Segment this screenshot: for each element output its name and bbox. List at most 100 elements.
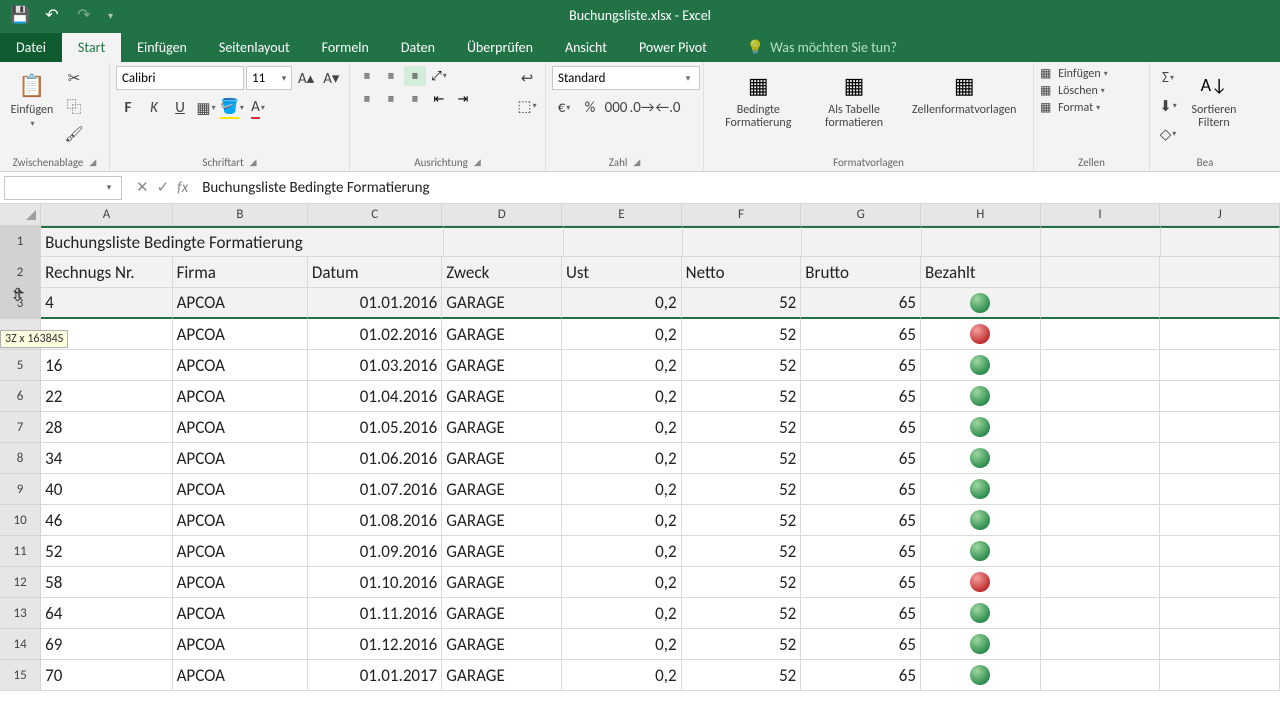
cell[interactable] [1041,350,1161,381]
redo-icon[interactable]: ↷ [72,3,96,27]
cell[interactable] [1041,226,1160,257]
decrease-indent-icon[interactable]: ⇤ [428,89,450,109]
tab-powerpivot[interactable]: Power Pivot [623,33,723,62]
cell[interactable]: APCOA [173,536,308,567]
cell[interactable]: 65 [801,567,921,598]
align-top-icon[interactable]: ≡ [356,66,378,86]
cell[interactable]: 0,2 [562,598,682,629]
spreadsheet-grid[interactable]: A B C D E F G H I J 1Buchungsliste Bedin… [0,204,1280,691]
cell[interactable]: 0,2 [562,412,682,443]
percent-icon[interactable]: % [578,96,602,120]
wrap-text-icon[interactable]: ↩ [515,66,539,90]
decrease-decimal-icon[interactable]: ←.0 [656,96,680,120]
save-icon[interactable]: 💾 [8,3,32,27]
cell[interactable] [1041,288,1161,319]
tab-insert[interactable]: Einfügen [121,33,203,62]
row-header[interactable]: 2 [0,257,41,288]
accounting-format-icon[interactable]: €▾ [552,96,576,120]
dialog-launcher-icon[interactable]: ◢ [474,157,481,168]
cell[interactable]: 0,2 [562,536,682,567]
cell[interactable]: 65 [801,660,921,691]
column-header[interactable]: B [173,204,308,226]
cell[interactable]: Rechnugs Nr. [41,257,172,288]
cell[interactable]: 65 [801,505,921,536]
cell[interactable] [1160,567,1280,598]
italic-button[interactable]: K [142,96,166,120]
cell[interactable]: APCOA [173,288,308,319]
row-header[interactable]: 6 [0,381,41,412]
increase-indent-icon[interactable]: ⇥ [452,89,474,109]
cell[interactable]: 52 [682,598,802,629]
cell[interactable]: APCOA [173,319,308,350]
cell[interactable]: GARAGE [442,381,562,412]
cell[interactable] [1041,443,1161,474]
cell[interactable]: Brutto [801,257,921,288]
cell[interactable]: GARAGE [442,629,562,660]
cell[interactable] [1041,474,1161,505]
undo-icon[interactable]: ↶ [40,3,64,27]
cell[interactable]: 4 [41,288,172,319]
dialog-launcher-icon[interactable]: ◢ [633,157,640,168]
font-size-combo[interactable]: ▾ [246,66,292,90]
cell[interactable]: 52 [682,412,802,443]
cell[interactable] [921,412,1041,443]
cell[interactable] [1041,257,1161,288]
cell[interactable]: Firma [173,257,308,288]
cell[interactable]: 52 [682,505,802,536]
formula-input[interactable] [198,179,1280,197]
cell[interactable]: APCOA [173,660,308,691]
cell[interactable] [921,350,1041,381]
cell[interactable]: 65 [801,598,921,629]
cell[interactable]: APCOA [173,412,308,443]
row-header[interactable]: 12 [0,567,41,598]
cell[interactable]: 65 [801,629,921,660]
cell[interactable]: 52 [682,443,802,474]
cell[interactable]: 01.03.2016 [308,350,442,381]
fill-color-icon[interactable]: 🪣▾ [220,96,244,120]
cell-styles-button[interactable]: ▦ Zellenformatvorlagen [902,66,1028,154]
align-bottom-icon[interactable]: ≡ [404,66,426,86]
copy-icon[interactable]: ⿻ [62,94,86,118]
cell[interactable]: 01.08.2016 [308,505,442,536]
cell[interactable]: 01.04.2016 [308,381,442,412]
cell[interactable] [921,443,1041,474]
cell[interactable]: 52 [682,288,802,319]
cell[interactable] [1041,598,1161,629]
cell[interactable] [444,226,563,257]
cell[interactable] [1160,474,1280,505]
cell[interactable]: 52 [682,319,802,350]
cell[interactable]: APCOA [173,350,308,381]
cell[interactable]: APCOA [173,474,308,505]
cell[interactable]: 52 [682,660,802,691]
insert-cells-button[interactable]: ▦ Einfügen▾ [1040,66,1143,81]
cell[interactable]: GARAGE [442,319,562,350]
cell[interactable] [921,474,1041,505]
column-header[interactable]: I [1041,204,1161,226]
cell[interactable] [310,226,444,257]
cell[interactable]: GARAGE [442,598,562,629]
cell[interactable]: 01.12.2016 [308,629,442,660]
cell[interactable]: 01.01.2016 [308,288,442,319]
sort-filter-button[interactable]: A↓ SortierenFiltern [1184,66,1244,154]
cell[interactable]: 16 [41,350,172,381]
cell[interactable] [683,226,802,257]
cell[interactable]: 65 [801,350,921,381]
cell[interactable] [921,567,1041,598]
merge-cells-icon[interactable]: ⬚▾ [515,94,539,118]
cell[interactable] [921,536,1041,567]
column-header[interactable]: D [442,204,562,226]
font-name-combo[interactable]: ▾ [116,66,244,90]
column-header[interactable]: G [801,204,921,226]
align-center-icon[interactable]: ≡ [380,89,402,109]
cell[interactable] [1160,629,1280,660]
comma-icon[interactable]: 000 [604,96,628,120]
cell[interactable]: 22 [41,381,172,412]
align-right-icon[interactable]: ≡ [404,89,426,109]
cell[interactable] [921,319,1041,350]
select-all-corner[interactable] [0,204,41,226]
format-cells-button[interactable]: ▦ Format▾ [1040,100,1143,115]
cell[interactable]: 65 [801,474,921,505]
dialog-launcher-icon[interactable]: ◢ [250,157,257,168]
cell[interactable]: 0,2 [562,288,682,319]
tab-review[interactable]: Überprüfen [451,33,549,62]
